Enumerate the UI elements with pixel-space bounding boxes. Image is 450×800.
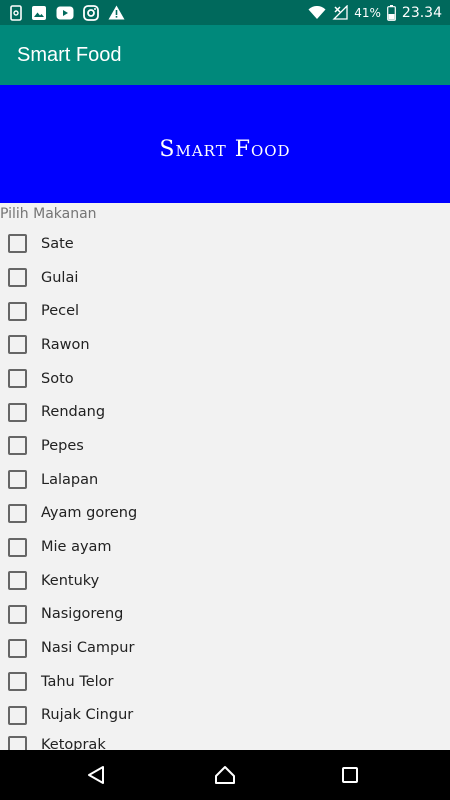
back-icon[interactable] — [66, 750, 126, 800]
banner: Smart Food — [0, 85, 450, 203]
screen: 41% 23.34 Smart Food Smart Food Pilih Ma… — [0, 0, 450, 800]
battery-icon — [387, 4, 396, 21]
notification-icons — [10, 4, 125, 21]
food-label: Pepes — [41, 437, 84, 454]
checkbox[interactable] — [8, 301, 27, 321]
food-item-pecel[interactable]: Pecel — [0, 294, 450, 328]
checkbox[interactable] — [8, 604, 27, 624]
food-item-nasigoreng[interactable]: Nasigoreng — [0, 598, 450, 632]
food-label: Rendang — [41, 404, 106, 421]
checkbox[interactable] — [8, 268, 27, 288]
checkbox[interactable] — [8, 436, 27, 456]
clock: 23.34 — [401, 4, 442, 21]
recents-icon[interactable] — [320, 750, 380, 800]
instagram-icon — [83, 4, 99, 21]
checkbox[interactable] — [8, 402, 27, 422]
food-label: Kentuky — [41, 572, 100, 589]
battery-percent: 41% — [354, 5, 381, 20]
checkbox[interactable] — [8, 335, 27, 355]
wifi-icon — [308, 5, 326, 20]
checkbox[interactable] — [8, 470, 27, 490]
food-item-gulai[interactable]: Gulai — [0, 261, 450, 295]
food-item-mie-ayam[interactable]: Mie ayam — [0, 530, 450, 564]
storage-icon — [10, 4, 22, 21]
image-icon — [31, 5, 47, 21]
food-item-rendang[interactable]: Rendang — [0, 395, 450, 429]
checkbox[interactable] — [8, 369, 27, 389]
status-bar: 41% 23.34 — [0, 0, 450, 25]
food-label: Soto — [41, 370, 74, 387]
checkbox[interactable] — [8, 672, 27, 692]
food-item-rawon[interactable]: Rawon — [0, 328, 450, 362]
app-bar: Smart Food — [0, 25, 450, 85]
food-label: Mie ayam — [41, 539, 112, 556]
youtube-icon — [56, 6, 74, 20]
food-item-lalapan[interactable]: Lalapan — [0, 463, 450, 497]
food-item-sate[interactable]: Sate — [0, 227, 450, 261]
navigation-bar — [0, 750, 450, 800]
food-item-rujak-cingur[interactable]: Rujak Cingur — [0, 699, 450, 733]
food-item-nasi-campur[interactable]: Nasi Campur — [0, 631, 450, 665]
banner-title: Smart Food — [159, 136, 291, 162]
food-item-tahu-telor[interactable]: Tahu Telor — [0, 665, 450, 699]
warning-icon — [108, 5, 125, 20]
food-label: Rujak Cingur — [41, 707, 134, 724]
food-item-ayam-goreng[interactable]: Ayam goreng — [0, 497, 450, 531]
no-signal-icon — [332, 5, 348, 20]
checkbox[interactable] — [8, 571, 27, 591]
food-item-pepes[interactable]: Pepes — [0, 429, 450, 463]
checkbox[interactable] — [8, 537, 27, 557]
checkbox[interactable] — [8, 705, 27, 725]
food-item-kentuky[interactable]: Kentuky — [0, 564, 450, 598]
app-title: Smart Food — [17, 43, 122, 66]
food-list: Sate Gulai Pecel Rawon Soto Rendang Pepe… — [0, 227, 450, 758]
food-label: Nasi Campur — [41, 640, 135, 657]
food-selection: Pilih Makanan Sate Gulai Pecel Rawon Sot… — [0, 203, 450, 755]
section-label: Pilih Makanan — [0, 206, 97, 222]
food-item-soto[interactable]: Soto — [0, 362, 450, 396]
food-label: Tahu Telor — [41, 673, 114, 690]
system-status: 41% 23.34 — [308, 4, 442, 21]
food-label: Ayam goreng — [41, 505, 138, 522]
food-label: Pecel — [41, 303, 80, 320]
food-label: Gulai — [41, 269, 79, 286]
food-label: Rawon — [41, 336, 90, 353]
home-icon[interactable] — [195, 750, 255, 800]
food-label: Lalapan — [41, 471, 99, 488]
checkbox[interactable] — [8, 503, 27, 523]
checkbox[interactable] — [8, 638, 27, 658]
food-label: Nasigoreng — [41, 606, 124, 623]
checkbox[interactable] — [8, 234, 27, 254]
food-label: Sate — [41, 235, 74, 252]
